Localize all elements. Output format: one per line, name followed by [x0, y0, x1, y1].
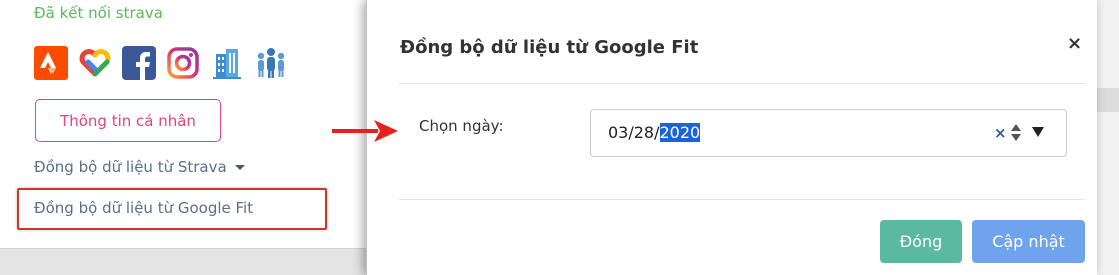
date-spinner-icon[interactable] — [1009, 120, 1023, 146]
backdrop-edge — [1097, 0, 1119, 275]
update-button[interactable]: Cập nhật — [972, 220, 1085, 263]
facebook-icon[interactable] — [122, 46, 156, 80]
google-fit-icon[interactable] — [78, 46, 112, 80]
community-icon[interactable] — [254, 46, 288, 80]
sync-strava-label: Đồng bộ dữ liệu từ Strava — [34, 158, 227, 176]
clear-date-icon[interactable]: × — [994, 124, 1007, 142]
date-value[interactable]: 03/28/2020 — [608, 123, 701, 142]
instagram-icon[interactable] — [166, 46, 200, 80]
strava-connected-status: Đã kết nối strava — [34, 4, 163, 22]
highlight-box — [17, 188, 327, 230]
close-button[interactable]: Đóng — [880, 220, 962, 263]
close-icon[interactable]: × — [1067, 33, 1082, 54]
caret-down-icon — [234, 164, 245, 170]
profile-info-button[interactable]: Thông tin cá nhân — [35, 99, 221, 142]
spin-down-icon[interactable] — [1011, 134, 1021, 141]
profile-panel: Đã kết nối strava Thông tin cá nhân Đồng… — [0, 0, 366, 275]
sync-strava-dropdown[interactable]: Đồng bộ dữ liệu từ Strava — [34, 158, 245, 176]
spin-up-icon[interactable] — [1011, 124, 1021, 131]
date-value-prefix: 03/28/ — [608, 123, 660, 142]
date-value-year-selected: 2020 — [659, 123, 701, 142]
company-icon[interactable] — [210, 46, 244, 80]
google-fit-sync-modal: Đồng bộ dữ liệu từ Google Fit × Chọn ngà… — [366, 0, 1097, 275]
modal-header-divider — [399, 83, 1085, 84]
annotation-arrow-icon — [332, 120, 398, 142]
date-label: Chọn ngày: — [419, 117, 504, 135]
date-input[interactable]: 03/28/2020 × — [590, 109, 1067, 157]
social-icons-row — [34, 46, 288, 80]
backdrop-band — [1097, 88, 1119, 112]
modal-footer-divider — [399, 199, 1085, 200]
strava-icon[interactable] — [34, 46, 68, 80]
calendar-dropdown-icon[interactable] — [1032, 127, 1044, 137]
page-footer-strip — [0, 248, 366, 275]
modal-title: Đồng bộ dữ liệu từ Google Fit — [400, 37, 699, 58]
